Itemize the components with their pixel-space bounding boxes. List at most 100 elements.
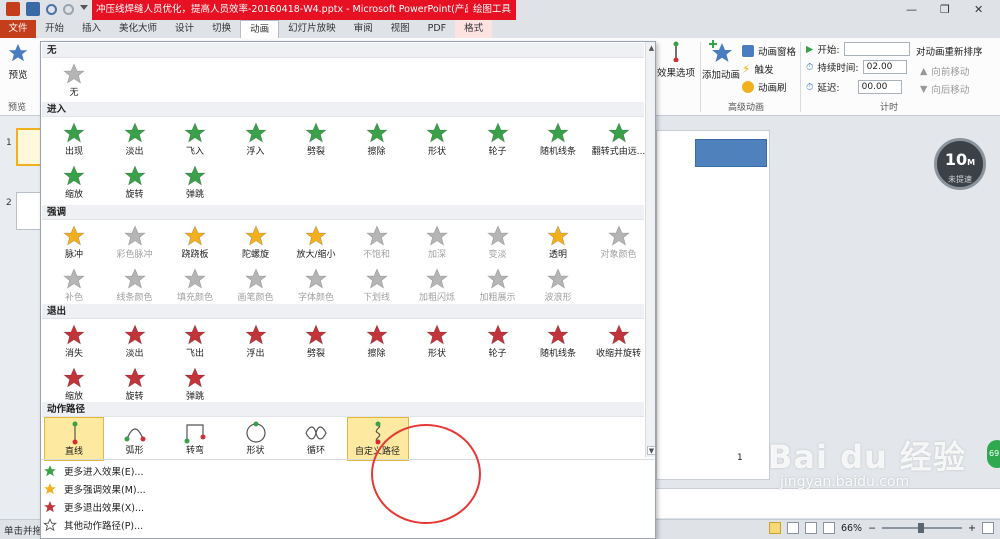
restore-icon[interactable]: ❐ — [940, 4, 950, 15]
entrance-effect-item[interactable]: 弹跳 — [165, 161, 225, 205]
emphasis-effect-item[interactable]: 跷跷板 — [165, 221, 225, 265]
entrance-effect-item[interactable]: 旋转 — [105, 161, 165, 205]
exit-effect-item[interactable]: 消失 — [44, 320, 104, 364]
green-floating-badge[interactable]: 69 — [987, 440, 1000, 468]
entrance-effect-item[interactable]: 翻转式由远... — [589, 118, 649, 162]
entrance-effect-item[interactable]: 飞入 — [165, 118, 225, 162]
zoom-slider[interactable] — [882, 523, 963, 533]
close-icon[interactable]: ✕ — [974, 4, 984, 15]
emphasis-effect-item[interactable]: 加深 — [407, 221, 467, 265]
tab-home[interactable]: 开始 — [36, 20, 73, 38]
minimize-icon[interactable]: — — [906, 4, 917, 15]
motion-path-item[interactable]: 形状 — [226, 417, 286, 461]
exit-effect-item[interactable]: 淡出 — [105, 320, 165, 364]
slideshow-view-icon[interactable] — [822, 522, 835, 534]
exit-effect-item[interactable]: 收缩并旋转 — [589, 320, 649, 364]
entrance-effect-item[interactable]: 擦除 — [347, 118, 407, 162]
entrance-effect-item[interactable]: 形状 — [407, 118, 467, 162]
motion-path-item[interactable]: 直线 — [44, 417, 104, 461]
emphasis-effect-item[interactable]: 补色 — [44, 264, 104, 308]
zoom-level[interactable]: 66% — [841, 523, 862, 534]
emphasis-effect-item[interactable]: 彩色脉冲 — [105, 221, 165, 265]
save-icon[interactable] — [26, 2, 40, 16]
slide-sorter-view-icon[interactable] — [786, 522, 799, 534]
redo-icon[interactable] — [63, 3, 74, 15]
emphasis-effect-item[interactable]: 字体颜色 — [286, 264, 346, 308]
current-slide[interactable]: 1 — [656, 130, 770, 480]
animation-pane-button[interactable]: 动画窗格 — [742, 44, 796, 58]
delay-input[interactable]: 00.00 — [857, 80, 902, 94]
exit-effect-item[interactable]: 弹跳 — [165, 363, 225, 407]
zoom-out-icon[interactable]: − — [868, 523, 876, 534]
customize-qat-icon[interactable] — [80, 5, 88, 13]
emphasis-effect-item[interactable]: 加粗闪烁 — [407, 264, 467, 308]
entrance-effect-item[interactable]: 浮入 — [226, 118, 286, 162]
slide-thumbnail-2[interactable] — [16, 192, 42, 230]
emphasis-effect-item[interactable]: 填充颜色 — [165, 264, 225, 308]
move-earlier-button[interactable]: ▲ 向前移动 — [920, 64, 969, 79]
emphasis-effect-item[interactable]: 画笔颜色 — [226, 264, 286, 308]
emphasis-effect-item[interactable]: 变淡 — [468, 221, 528, 265]
motion-path-item[interactable]: 循环 — [286, 417, 346, 461]
normal-view-icon[interactable] — [768, 522, 781, 534]
emphasis-effect-item[interactable]: 加粗展示 — [468, 264, 528, 308]
undo-icon[interactable] — [46, 3, 57, 15]
exit-effect-item[interactable]: 轮子 — [468, 320, 528, 364]
effect-options-button[interactable]: 效果选项 — [655, 40, 697, 79]
emphasis-effect-item[interactable]: 线条颜色 — [105, 264, 165, 308]
reading-view-icon[interactable] — [804, 522, 817, 534]
tab-slideshow[interactable]: 幻灯片放映 — [279, 20, 345, 38]
motion-path-item[interactable]: 弧形 — [105, 417, 165, 461]
notes-pane[interactable] — [656, 488, 1000, 518]
slide-thumbnail-1[interactable] — [16, 128, 42, 166]
entrance-effect-item[interactable]: 轮子 — [468, 118, 528, 162]
move-later-button[interactable]: ▼ 向后移动 — [920, 82, 969, 97]
emphasis-effect-item[interactable]: 下划线 — [347, 264, 407, 308]
emphasis-effect-item[interactable]: 对象颜色 — [589, 221, 649, 265]
entrance-effect-item[interactable]: 随机线条 — [528, 118, 588, 162]
trigger-button[interactable]: ⚡ 触发 — [742, 62, 773, 76]
emphasis-effect-item[interactable]: 脉冲 — [44, 221, 104, 265]
emphasis-effect-item[interactable]: 陀螺旋 — [226, 221, 286, 265]
motion-path-item[interactable]: 转弯 — [165, 417, 225, 461]
tab-design[interactable]: 设计 — [166, 20, 203, 38]
start-select[interactable] — [843, 42, 910, 56]
tab-pdf[interactable]: PDF — [419, 20, 456, 38]
entrance-effect-item[interactable]: 劈裂 — [286, 118, 346, 162]
animation-painter-button[interactable]: 动画刷 — [742, 80, 787, 94]
preview-button[interactable]: 预览 — [4, 42, 32, 81]
entrance-effect-item[interactable]: 缩放 — [44, 161, 104, 205]
tab-format[interactable]: 格式 — [455, 20, 493, 38]
add-animation-button[interactable]: 添加动画 — [702, 40, 740, 81]
tab-animations[interactable]: 动画 — [240, 20, 280, 38]
tab-insert[interactable]: 插入 — [73, 20, 110, 38]
exit-effect-item[interactable]: 浮出 — [226, 320, 286, 364]
fit-to-window-icon[interactable] — [982, 522, 994, 534]
emphasis-effect-item[interactable]: 透明 — [528, 221, 588, 265]
zoom-slider-thumb[interactable] — [918, 523, 925, 533]
no-effect-item[interactable]: 无 — [44, 59, 104, 103]
exit-effect-item[interactable]: 形状 — [407, 320, 467, 364]
emphasis-effect-item[interactable]: 放大/缩小 — [286, 221, 346, 265]
exit-effect-item[interactable]: 缩放 — [44, 363, 104, 407]
exit-effect-item[interactable]: 飞出 — [165, 320, 225, 364]
blue-rectangle-shape[interactable] — [695, 139, 767, 167]
more-exit-effects-item[interactable]: 更多退出效果(X)... — [43, 498, 144, 516]
exit-effect-item[interactable]: 劈裂 — [286, 320, 346, 364]
emphasis-effect-item[interactable]: 波浪形 — [528, 264, 588, 308]
exit-effect-item[interactable]: 擦除 — [347, 320, 407, 364]
tab-transitions[interactable]: 切换 — [203, 20, 240, 38]
entrance-effect-item[interactable]: 出现 — [44, 118, 104, 162]
tab-file[interactable]: 文件 — [0, 20, 36, 38]
duration-input[interactable]: 02.00 — [862, 60, 907, 74]
tab-view[interactable]: 视图 — [382, 20, 419, 38]
exit-effect-item[interactable]: 旋转 — [105, 363, 165, 407]
more-emphasis-effects-item[interactable]: 更多强调效果(M)... — [43, 480, 146, 498]
zoom-in-icon[interactable]: + — [968, 523, 976, 534]
more-entrance-effects-item[interactable]: 更多进入效果(E)... — [43, 462, 143, 480]
scroll-up-icon[interactable]: ▲ — [647, 44, 655, 53]
entrance-effect-item[interactable]: 淡出 — [105, 118, 165, 162]
more-motion-paths-item[interactable]: 其他动作路径(P)... — [43, 516, 143, 534]
tab-review[interactable]: 审阅 — [345, 20, 382, 38]
exit-effect-item[interactable]: 随机线条 — [528, 320, 588, 364]
